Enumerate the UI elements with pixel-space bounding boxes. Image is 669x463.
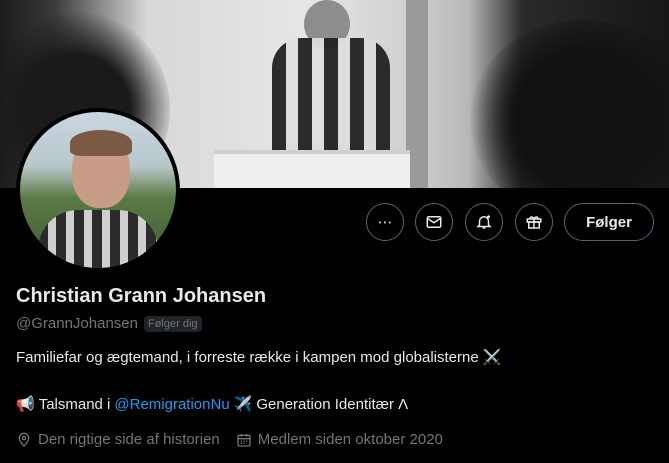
location-item: Den rigtige side af historien	[16, 431, 220, 448]
mention-link[interactable]: @RemigrationNu	[114, 396, 229, 413]
banner-speaker-body	[272, 38, 390, 158]
banner-podium	[214, 150, 410, 188]
message-icon	[425, 213, 443, 231]
location-text: Den rigtige side af historien	[38, 431, 220, 448]
banner-shadow-right	[469, 20, 669, 188]
bio-text-a: Talsmand i	[38, 395, 111, 413]
more-button[interactable]: ⋯	[366, 203, 404, 241]
bio-line-2: 📢 Talsmand i @RemigrationNu ✈️ Generatio…	[16, 395, 409, 414]
location-icon	[16, 432, 32, 448]
megaphone-icon: 📢	[16, 396, 35, 413]
avatar-image	[20, 112, 176, 268]
notification-bell-icon	[475, 213, 493, 231]
more-icon: ⋯	[377, 214, 393, 231]
display-name: Christian Grann Johansen	[16, 285, 267, 307]
handle-row: @GrannJohansen Følger dig	[16, 315, 202, 332]
avatar-hair	[70, 130, 132, 156]
avatar[interactable]	[16, 108, 180, 272]
calendar-icon	[236, 432, 252, 448]
following-button[interactable]: Følger	[564, 203, 654, 241]
gift-icon	[525, 213, 543, 231]
joined-text: Medlem siden oktober 2020	[257, 431, 443, 448]
subscribe-gift-button[interactable]	[515, 203, 553, 241]
joined-item: Medlem siden oktober 2020	[236, 431, 443, 448]
notifications-button[interactable]	[465, 203, 503, 241]
message-button[interactable]	[415, 203, 453, 241]
follows-you-badge: Følger dig	[143, 315, 202, 332]
profile-actions: ⋯ Følger	[0, 203, 669, 241]
bio: Familiefar og ægtemand, i forreste række…	[16, 349, 502, 366]
airplane-icon: ✈️	[233, 396, 253, 413]
bio-text-b: Generation Identitær Λ	[256, 395, 409, 413]
username-handle: @GrannJohansen	[16, 315, 138, 332]
profile-meta: Den rigtige side af historien Medlem sid…	[16, 431, 459, 448]
